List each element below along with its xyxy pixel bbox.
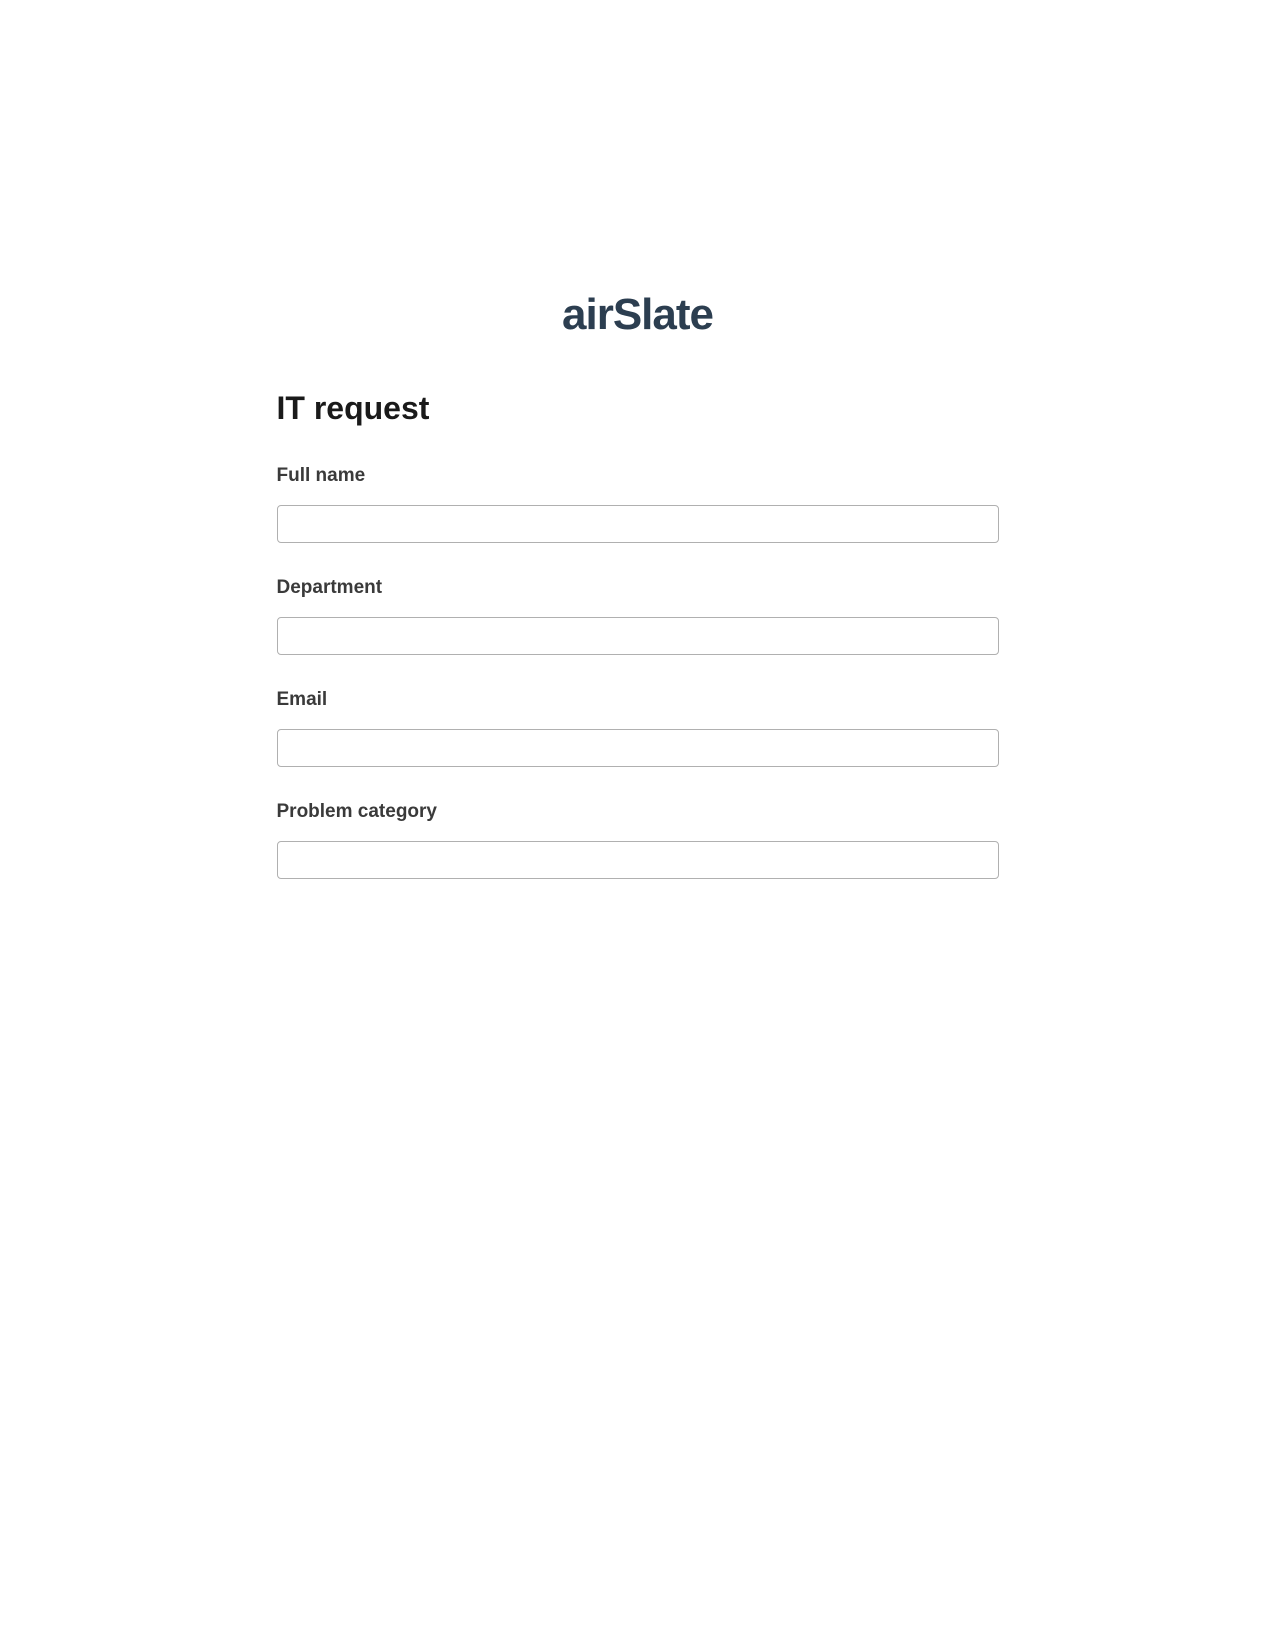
problem-category-label: Problem category: [277, 801, 999, 823]
problem-category-input[interactable]: [277, 841, 999, 879]
email-label: Email: [277, 689, 999, 711]
department-label: Department: [277, 577, 999, 599]
form-title: IT request: [277, 390, 999, 427]
email-input[interactable]: [277, 729, 999, 767]
logo-part-slate: Slate: [613, 290, 713, 339]
field-group-email: Email: [277, 689, 999, 767]
field-group-department: Department: [277, 577, 999, 655]
field-group-full-name: Full name: [277, 465, 999, 543]
field-group-problem-category: Problem category: [277, 801, 999, 879]
page: airSlate IT request Full name Department…: [0, 0, 1275, 879]
logo-container: airSlate: [0, 290, 1275, 340]
airslate-logo: airSlate: [562, 290, 713, 340]
full-name-label: Full name: [277, 465, 999, 487]
full-name-input[interactable]: [277, 505, 999, 543]
form-area: IT request Full name Department Email Pr…: [277, 390, 999, 879]
logo-part-air: air: [562, 290, 613, 339]
department-input[interactable]: [277, 617, 999, 655]
